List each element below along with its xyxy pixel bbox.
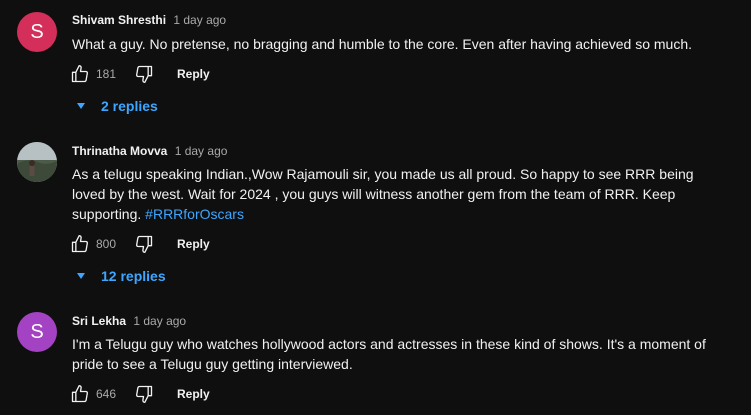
comment-text-line: supporting. #RRRforOscars	[72, 204, 722, 224]
like-count: 646	[96, 387, 117, 401]
avatar-letter: S	[30, 320, 44, 343]
comment-author[interactable]: Thrinatha Movva	[72, 144, 167, 158]
comment-author[interactable]: Shivam Shresthi	[72, 13, 166, 27]
hashtag-link[interactable]: #RRRforOscars	[145, 206, 244, 222]
dislike-button[interactable]	[132, 232, 156, 256]
like-button[interactable]	[68, 382, 92, 406]
view-replies-button[interactable]: 2 replies	[76, 98, 158, 114]
comment-text-line: loved by the west. Wait for 2024 , you g…	[72, 186, 676, 202]
thumbs-up-icon	[71, 235, 89, 253]
thumbs-down-icon	[135, 65, 153, 84]
comment-header: Sri Lekha 1 day ago	[72, 314, 186, 328]
comment-timestamp[interactable]: 1 day ago	[175, 144, 228, 158]
avatar[interactable]: S	[17, 12, 57, 52]
like-button[interactable]	[68, 62, 92, 86]
comment-text: What a guy. No pretense, no bragging and…	[72, 34, 722, 54]
avatar[interactable]: S	[17, 312, 57, 352]
comment-actions: 181 Reply	[68, 62, 210, 86]
reply-button[interactable]: Reply	[177, 237, 210, 251]
comment-text: As a telugu speaking Indian.,Wow Rajamou…	[72, 164, 722, 224]
reply-button[interactable]: Reply	[177, 67, 210, 81]
avatar[interactable]	[17, 142, 57, 182]
thumbs-down-icon	[135, 385, 153, 403]
comment-text: I'm a Telugu guy who watches hollywood a…	[72, 334, 722, 374]
reply-button[interactable]: Reply	[177, 387, 210, 401]
avatar-letter: S	[30, 20, 44, 43]
comment-header: Shivam Shresthi 1 day ago	[72, 13, 226, 27]
comment-text-fragment: supporting.	[72, 206, 146, 222]
comment-actions: 646 Reply	[68, 382, 210, 406]
thumbs-up-icon	[71, 385, 89, 403]
dislike-button[interactable]	[132, 62, 156, 86]
comment-timestamp[interactable]: 1 day ago	[133, 314, 186, 328]
comment-text-line: I'm a Telugu guy who watches hollywood a…	[72, 336, 706, 352]
comment-header: Thrinatha Movva 1 day ago	[72, 144, 227, 158]
replies-count-label: 12 replies	[101, 268, 166, 284]
like-count: 181	[96, 67, 117, 81]
thumbs-down-icon	[135, 235, 153, 253]
avatar-photo	[17, 142, 57, 182]
caret-down-icon	[77, 273, 85, 279]
dislike-button[interactable]	[132, 382, 156, 406]
comment-text-line: What a guy. No pretense, no bragging and…	[72, 36, 693, 52]
comment-actions: 800 Reply	[68, 232, 210, 256]
like-button[interactable]	[68, 232, 92, 256]
comment-text-line: pride to see a Telugu guy getting interv…	[72, 356, 353, 372]
comment-author[interactable]: Sri Lekha	[72, 314, 126, 328]
replies-count-label: 2 replies	[101, 98, 158, 114]
comment-timestamp[interactable]: 1 day ago	[173, 13, 226, 27]
like-count: 800	[96, 237, 117, 251]
comment-text-line: As a telugu speaking Indian.,Wow Rajamou…	[72, 166, 694, 182]
view-replies-button[interactable]: 12 replies	[76, 268, 166, 284]
caret-down-icon	[77, 103, 85, 109]
thumbs-up-icon	[71, 65, 89, 83]
